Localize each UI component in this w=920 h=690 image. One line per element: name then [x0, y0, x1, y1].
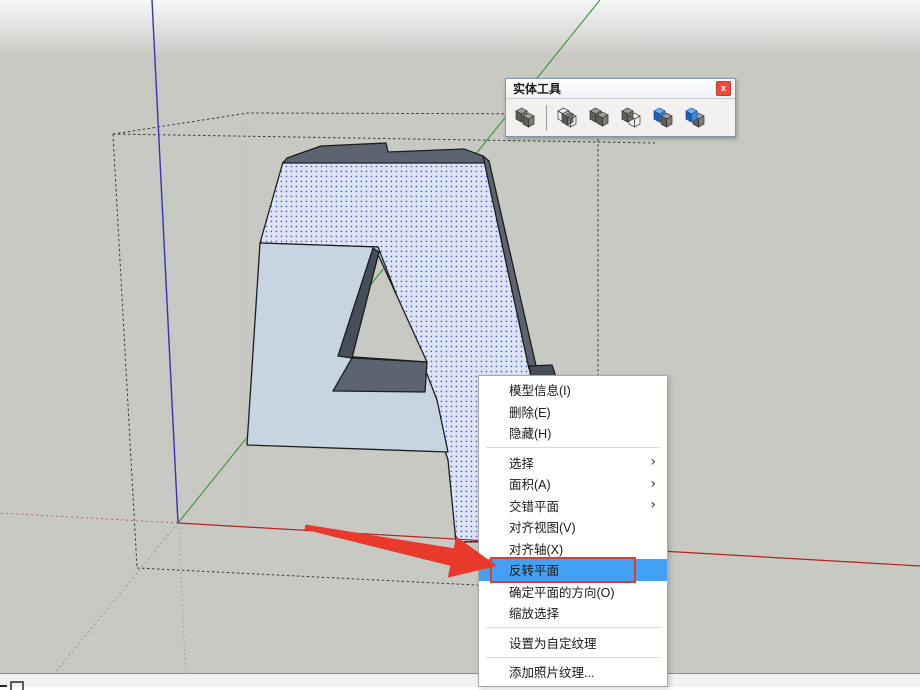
close-icon[interactable]: x	[716, 81, 731, 96]
chevron-right-icon: ›	[650, 454, 656, 470]
chevron-right-icon: ›	[650, 476, 656, 492]
menu-item-model-info[interactable]: 模型信息(I)	[479, 379, 667, 401]
subtract-icon	[619, 106, 645, 130]
sketchup-viewport[interactable]: 实体工具 x	[0, 0, 920, 687]
menu-item-orient-faces[interactable]: 确定平面的方向(O)	[479, 581, 667, 603]
union-icon	[587, 106, 613, 130]
tool-trim-button[interactable]	[648, 102, 679, 133]
green-axis-dotted	[43, 523, 178, 687]
menu-item-add-photo-texture[interactable]: 添加照片纹理...	[479, 661, 667, 683]
menu-item-intersect-faces[interactable]: 交错平面›	[479, 495, 667, 517]
intersect-icon	[555, 106, 581, 130]
menu-item-erase[interactable]: 删除(E)	[479, 401, 667, 423]
menu-item-zoom-selection[interactable]: 缩放选择	[479, 602, 667, 624]
tool-split-button[interactable]	[680, 102, 711, 133]
tool-union-button[interactable]	[584, 102, 615, 133]
menu-separator	[486, 657, 660, 658]
top-face[interactable]	[283, 143, 486, 163]
menu-item-hide[interactable]: 隐藏(H)	[479, 422, 667, 444]
menu-item-align-view[interactable]: 对齐视图(V)	[479, 516, 667, 538]
tool-subtract-button[interactable]	[616, 102, 647, 133]
menu-separator	[486, 447, 660, 448]
menu-separator	[486, 627, 660, 628]
trim-icon	[651, 106, 677, 130]
blue-axis-line	[152, 0, 178, 523]
model-scene	[0, 0, 920, 687]
context-menu: 模型信息(I) 删除(E) 隐藏(H) 选择› 面积(A)› 交错平面› 对齐视…	[478, 375, 668, 687]
toolbar-divider	[546, 105, 547, 131]
blue-axis-dotted	[179, 523, 186, 687]
toolbar-buttons	[506, 99, 735, 136]
outer-shell-icon	[513, 106, 539, 130]
tool-intersect-button[interactable]	[552, 102, 583, 133]
split-icon	[683, 106, 709, 130]
toolbar-titlebar[interactable]: 实体工具 x	[506, 79, 735, 99]
menu-item-align-axes[interactable]: 对齐轴(X)	[479, 538, 667, 560]
menu-item-make-unique-texture[interactable]: 设置为自定纹理	[479, 632, 667, 654]
tool-outer-shell-button[interactable]	[510, 102, 541, 133]
solid-tools-toolbar: 实体工具 x	[505, 78, 736, 137]
statusbar-partial-icon	[0, 678, 30, 690]
menu-item-area[interactable]: 面积(A)›	[479, 473, 667, 495]
annotation-highlight-box	[490, 557, 636, 583]
red-axis-dotted	[0, 513, 178, 523]
toolbar-title: 实体工具	[513, 80, 716, 97]
chevron-right-icon: ›	[650, 497, 656, 513]
menu-item-select[interactable]: 选择›	[479, 452, 667, 474]
status-bar	[0, 673, 920, 687]
